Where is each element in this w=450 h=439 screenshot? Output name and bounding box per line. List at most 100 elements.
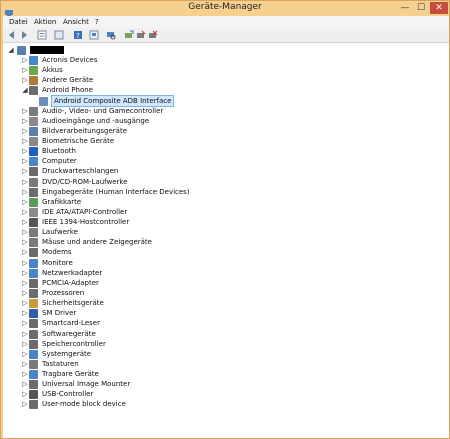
maximize-button[interactable]: ☐ bbox=[413, 2, 429, 14]
show-hidden-icon[interactable] bbox=[89, 30, 99, 40]
tree-category-item[interactable]: ◢ Android Phone bbox=[3, 85, 449, 96]
tree-category-item[interactable]: ▷ Akkus bbox=[3, 65, 449, 76]
tree-category-item[interactable]: ▷ Laufwerke bbox=[3, 227, 449, 238]
computer-root-icon bbox=[17, 46, 26, 55]
tree-expander-icon[interactable]: ▷ bbox=[21, 66, 29, 74]
tree-expander-icon[interactable]: ▷ bbox=[21, 107, 29, 115]
tree-expander-icon[interactable]: ▷ bbox=[21, 178, 29, 186]
tree-expander-icon[interactable]: ▷ bbox=[21, 289, 29, 297]
tree-expander-icon[interactable]: ▷ bbox=[21, 117, 29, 125]
tree-category-item[interactable]: ▷ Mäuse und andere Zeigegeräte bbox=[3, 237, 449, 248]
tree-item-label: Biometrische Geräte bbox=[42, 137, 115, 146]
smartcard-icon bbox=[29, 319, 38, 329]
tree-category-item[interactable]: ▷ Modems bbox=[3, 247, 449, 258]
tree-expander-icon[interactable]: ▷ bbox=[21, 228, 29, 236]
tree-expander-icon[interactable]: ▷ bbox=[21, 248, 29, 256]
tree-expander-icon[interactable]: ▷ bbox=[21, 188, 29, 196]
menu-aktion[interactable]: Aktion bbox=[34, 16, 56, 28]
tree-expander-icon[interactable]: ▷ bbox=[21, 147, 29, 155]
redacted-computer-name bbox=[30, 46, 64, 54]
tree-category-item[interactable]: ▷ Biometrische Geräte bbox=[3, 136, 449, 147]
tree-category-item[interactable]: ▷ Bildverarbeitungsgeräte bbox=[3, 126, 449, 136]
update-driver-icon[interactable] bbox=[124, 30, 134, 40]
tree-category-item[interactable]: ▷ Acronis Devices bbox=[3, 55, 449, 65]
tree-expander-icon[interactable]: ▷ bbox=[21, 340, 29, 348]
tree-category-item[interactable]: ▷ Speichercontroller bbox=[3, 339, 449, 349]
device-tree[interactable]: ◢ ▷ Acronis Devices ▷ Akkus ▷ Andere Geräte ◢ A… bbox=[3, 43, 449, 438]
tree-category-item[interactable]: ▷ IDE ATA/ATAPI-Controller bbox=[3, 207, 449, 217]
menu-datei[interactable]: Datei bbox=[9, 16, 28, 28]
tree-child-item[interactable]: Android Composite ADB Interface bbox=[3, 94, 449, 107]
tree-expander-icon[interactable]: ▷ bbox=[21, 400, 29, 408]
tree-category-item[interactable]: ▷ Sicherheitsgeräte bbox=[3, 298, 449, 309]
tree-item-label: Sicherheitsgeräte bbox=[42, 299, 104, 308]
tree-category-item[interactable]: ▷ Grafikkarte bbox=[3, 197, 449, 207]
menu-help[interactable]: ? bbox=[95, 16, 99, 28]
tree-category-item[interactable]: ▷ USB-Controller bbox=[3, 389, 449, 400]
tree-item-label: Audio-, Video- und Gamecontroller bbox=[42, 106, 164, 115]
close-button[interactable]: ✕ bbox=[430, 2, 448, 14]
tree-expander-icon[interactable]: ▷ bbox=[21, 330, 29, 338]
forward-icon[interactable] bbox=[19, 30, 29, 40]
tree-category-item[interactable]: ▷ PCMCIA-Adapter bbox=[3, 278, 449, 288]
tree-expander-icon[interactable]: ▷ bbox=[21, 137, 29, 145]
tree-item-label: Tragbare Geräte bbox=[42, 370, 99, 379]
tree-expander-icon[interactable]: ▷ bbox=[21, 259, 29, 267]
minimize-button[interactable]: — bbox=[397, 2, 413, 14]
tree-category-item[interactable]: ▷ Audioeingänge und -ausgänge bbox=[3, 116, 449, 126]
tree-expander-icon[interactable]: ▷ bbox=[21, 238, 29, 246]
tree-category-item[interactable]: ▷ Netzwerkadapter bbox=[3, 268, 449, 278]
tree-expander-icon[interactable]: ▷ bbox=[21, 127, 29, 135]
tree-expander-icon[interactable]: ▷ bbox=[21, 208, 29, 216]
tree-expander-icon[interactable]: ▷ bbox=[21, 390, 29, 398]
view-icon[interactable] bbox=[54, 30, 64, 40]
tree-category-item[interactable]: ▷ Audio-, Video- und Gamecontroller bbox=[3, 106, 449, 116]
tree-item-label: Eingabegeräte (Human Interface Devices) bbox=[42, 187, 190, 196]
disable-icon[interactable] bbox=[136, 30, 146, 40]
tree-expander-icon[interactable]: ◢ bbox=[21, 86, 29, 94]
root-expander[interactable]: ◢ bbox=[7, 46, 15, 54]
tree-category-item[interactable]: ▷ SM Driver bbox=[3, 308, 449, 319]
tree-category-item[interactable]: ▷ Computer bbox=[3, 156, 449, 167]
tree-category-item[interactable]: ▷ Tastaturen bbox=[3, 359, 449, 369]
tree-category-item[interactable]: ▷ Bluetooth bbox=[3, 146, 449, 157]
tree-expander-icon[interactable]: ▷ bbox=[21, 350, 29, 358]
tree-expander-icon[interactable]: ▷ bbox=[21, 309, 29, 317]
menu-ansicht[interactable]: Ansicht bbox=[63, 16, 89, 28]
tree-expander-icon[interactable]: ▷ bbox=[21, 269, 29, 277]
tree-root[interactable]: ◢ bbox=[3, 45, 449, 55]
tree-category-item[interactable]: ▷ DVD/CD-ROM-Laufwerke bbox=[3, 177, 449, 187]
tree-expander-icon[interactable]: ▷ bbox=[21, 167, 29, 175]
tree-category-item[interactable]: ▷ Smartcard-Leser bbox=[3, 318, 449, 329]
tree-category-item[interactable]: ▷ User-mode block device bbox=[3, 399, 449, 410]
tree-expander-icon[interactable]: ▷ bbox=[21, 218, 29, 226]
properties-icon[interactable] bbox=[37, 30, 47, 40]
tree-category-item[interactable]: ▷ Prozessoren bbox=[3, 288, 449, 298]
tree-expander-icon[interactable]: ▷ bbox=[21, 198, 29, 206]
tree-category-item[interactable]: ▷ Tragbare Geräte bbox=[3, 369, 449, 380]
tree-expander-icon[interactable]: ▷ bbox=[21, 56, 29, 64]
help-icon[interactable]: ? bbox=[73, 30, 83, 40]
tree-category-item[interactable]: ▷ Andere Geräte bbox=[3, 75, 449, 86]
tree-category-item[interactable]: ▷ IEEE 1394-Hostcontroller bbox=[3, 217, 449, 228]
back-icon[interactable] bbox=[7, 30, 17, 40]
uninstall-icon[interactable] bbox=[148, 30, 158, 40]
tree-category-item[interactable]: ▷ Monitore bbox=[3, 258, 449, 268]
tree-category-item[interactable]: ▷ Eingabegeräte (Human Interface Devices) bbox=[3, 187, 449, 197]
tree-category-item[interactable]: ▷ Universal Image Mounter bbox=[3, 379, 449, 390]
tree-expander-icon[interactable]: ▷ bbox=[21, 157, 29, 165]
tree-category-item[interactable]: ▷ Softwaregeräte bbox=[3, 329, 449, 339]
tree-expander-icon[interactable]: ▷ bbox=[21, 76, 29, 84]
tree-category-item[interactable]: ▷ Systemgeräte bbox=[3, 349, 449, 359]
tree-expander-icon[interactable]: ▷ bbox=[21, 360, 29, 368]
scan-icon[interactable] bbox=[106, 30, 116, 40]
tree-expander-icon[interactable]: ▷ bbox=[21, 380, 29, 388]
tree-expander-icon[interactable]: ▷ bbox=[21, 319, 29, 327]
tree-expander-icon[interactable]: ▷ bbox=[21, 279, 29, 287]
tree-item-label: USB-Controller bbox=[42, 390, 94, 399]
tree-expander-icon[interactable]: ▷ bbox=[21, 370, 29, 378]
tree-expander-icon[interactable]: ▷ bbox=[21, 299, 29, 307]
tree-category-item[interactable]: ▷ Druckwarteschlangen bbox=[3, 166, 449, 177]
tree-item-label: Druckwarteschlangen bbox=[42, 167, 119, 176]
title-bar[interactable]: Geräte-Manager — ☐ ✕ bbox=[1, 1, 449, 17]
